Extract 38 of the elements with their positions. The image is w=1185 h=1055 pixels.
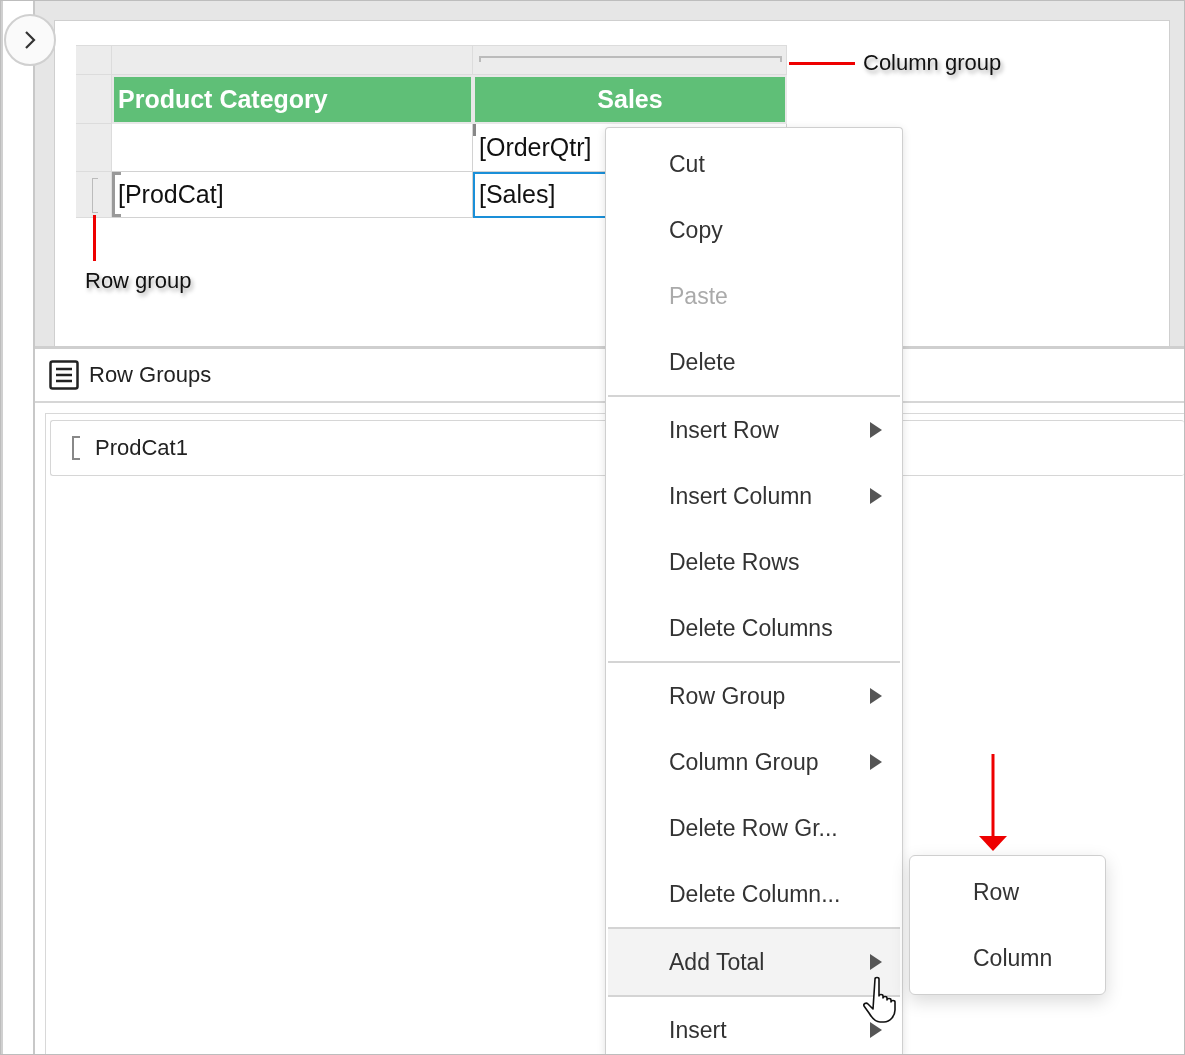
annotation-label: Column group <box>863 50 1002 76</box>
menu-item[interactable]: Delete Column... <box>608 861 900 927</box>
group-marker-icon <box>473 124 476 136</box>
menu-item[interactable]: Cut <box>608 131 900 197</box>
corner-header-cell <box>76 45 112 75</box>
menu-item[interactable]: Delete Rows <box>608 529 900 595</box>
menu-item[interactable]: Column Group <box>608 729 900 795</box>
table-cell[interactable] <box>112 124 473 172</box>
submenu-arrow-icon <box>870 954 882 970</box>
menu-item[interactable]: Add Total <box>608 929 900 995</box>
menu-item[interactable]: Delete <box>608 329 900 395</box>
menu-item[interactable]: Delete Row Gr... <box>608 795 900 861</box>
submenu-arrow-icon <box>870 688 882 704</box>
column-group-bracket-icon <box>479 56 782 62</box>
menu-item[interactable]: Insert Row <box>608 397 900 463</box>
submenu-item[interactable]: Row <box>910 859 1105 925</box>
menu-item[interactable]: Row Group <box>608 663 900 729</box>
menu-item[interactable]: Insert <box>608 997 900 1054</box>
menu-item[interactable]: Copy <box>608 197 900 263</box>
leader-line <box>789 62 855 65</box>
submenu-arrow-icon <box>870 422 882 438</box>
annotation-label: Row group <box>85 268 192 294</box>
submenu-arrow-icon <box>870 754 882 770</box>
group-bracket-icon <box>112 172 121 217</box>
bracket-icon <box>71 436 81 460</box>
table-cell[interactable]: [ProdCat] <box>112 172 473 218</box>
chevron-right-icon <box>24 31 36 49</box>
submenu-arrow-icon <box>870 488 882 504</box>
submenu-item[interactable]: Column <box>910 925 1105 991</box>
panel-title: Row Groups <box>89 362 212 388</box>
leader-line <box>93 215 96 261</box>
down-arrow-icon <box>978 754 1008 851</box>
menu-item[interactable]: Insert Column <box>608 463 900 529</box>
list-icon <box>49 360 79 390</box>
menu-item[interactable]: Delete Columns <box>608 595 900 661</box>
row-handle-cell <box>76 75 112 124</box>
row-group-bracket-icon <box>92 178 98 213</box>
submenu-arrow-icon <box>870 1022 882 1038</box>
